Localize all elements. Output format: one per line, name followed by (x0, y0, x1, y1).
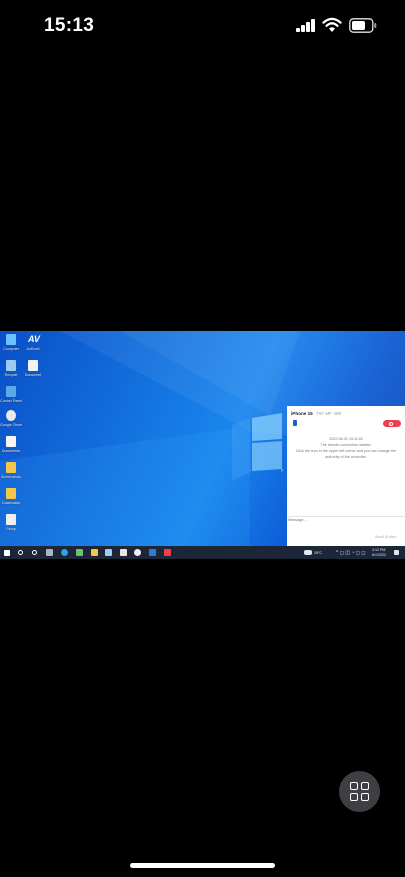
airdroid-taskbar-icon[interactable] (149, 549, 156, 556)
remote-control-panel: iPhone 15 7XF MF 409 2022-06-01 15:11:52 … (287, 406, 405, 546)
windows-taskbar: 28°C ^ ◻ ◫ ◔ ◻ ◻ 3:12 PM 6/1/2022 (0, 546, 405, 559)
search-icon[interactable] (18, 550, 23, 555)
hint-line-2: authority of the controller. (325, 455, 367, 459)
desktop-icon-2[interactable]: AV AirDroid (22, 334, 44, 351)
home-indicator[interactable] (130, 863, 275, 868)
folder-icon (6, 488, 16, 499)
panel-header: iPhone 15 7XF MF 409 (291, 411, 341, 416)
desktop-icon-5[interactable]: Control Panel (0, 386, 22, 403)
end-session-button[interactable] (383, 420, 401, 427)
connection-status-message: The remote connection started. (320, 443, 372, 447)
edge-icon[interactable] (61, 549, 68, 556)
cellular-signal-icon (296, 19, 316, 32)
power-icon (389, 421, 393, 426)
message-timestamp: 2022-06-01 15:11:52 (329, 437, 363, 441)
task-view-icon[interactable] (32, 550, 37, 555)
desktop-icon-3[interactable]: Recycle (0, 360, 22, 377)
taskbar-time: 3:12 PM (372, 547, 386, 552)
weather-icon[interactable] (304, 550, 312, 555)
tray-icons[interactable]: ^ ◻ ◫ ◔ ◻ ◻ (336, 550, 366, 555)
desktop-icon-6[interactable]: Google Chrome (0, 410, 22, 427)
desktop-icon-8[interactable]: Screenshots (0, 462, 22, 479)
desktop-icon-4[interactable]: Document (22, 360, 44, 377)
desktop-icon-10[interactable]: Setup (0, 514, 22, 531)
status-time: 15:13 (44, 15, 95, 36)
desktop-icon-1[interactable]: Computer (0, 334, 22, 351)
controller-authority-icon[interactable] (293, 420, 297, 426)
weather-temp: 28°C (314, 550, 323, 555)
document-icon (28, 360, 38, 371)
recycle-bin-icon (6, 360, 16, 371)
control-panel-icon (6, 386, 16, 397)
message-input[interactable] (288, 518, 368, 522)
file-icon (6, 436, 16, 447)
panel-divider (287, 516, 405, 517)
app-icon-3[interactable] (164, 549, 171, 556)
hint-line-1: Click the icon in the upper left corner … (295, 449, 397, 453)
desktop-icon-9[interactable]: Downloads (0, 488, 22, 505)
taskbar-date: 6/1/2022 (372, 553, 386, 557)
folder-icon (6, 462, 16, 473)
remote-desktop-view[interactable]: Computer AV AirDroid Recycle Document Co… (0, 331, 405, 559)
installer-icon (6, 514, 16, 525)
chrome-taskbar-icon[interactable] (134, 549, 141, 556)
app-icon-1[interactable] (76, 549, 83, 556)
status-bar: 15:13 (0, 0, 405, 54)
widgets-icon[interactable] (46, 549, 53, 556)
device-id: 7XF MF 409 (315, 411, 341, 416)
store-icon[interactable] (120, 549, 127, 556)
battery-icon (349, 18, 377, 33)
send-button[interactable]: Send (Enter) (375, 535, 397, 539)
device-name: iPhone 15 (291, 411, 313, 416)
windows-start-icon[interactable] (4, 549, 10, 556)
grid-menu-button[interactable] (339, 771, 380, 812)
wifi-icon (322, 17, 342, 32)
grid-icon (350, 782, 358, 790)
app-icon-2[interactable] (105, 549, 112, 556)
computer-icon (6, 334, 16, 345)
desktop-icon-7[interactable]: Documents (0, 436, 22, 453)
file-explorer-icon[interactable] (91, 549, 98, 556)
chrome-icon (6, 410, 16, 421)
notification-icon[interactable] (394, 550, 399, 555)
airdroid-icon: AV (28, 334, 40, 344)
panel-collapse-icon[interactable]: › (281, 467, 286, 476)
